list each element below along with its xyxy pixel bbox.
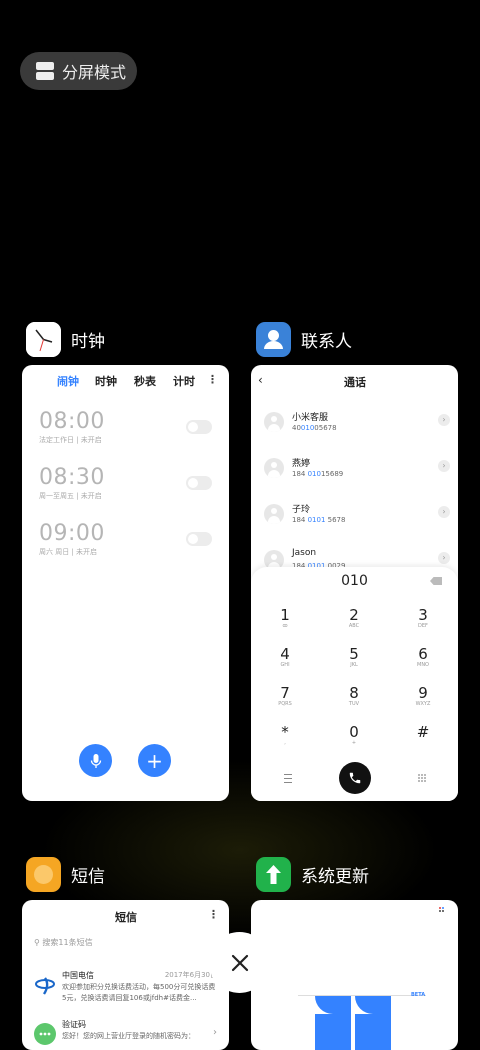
alarm-toggle[interactable]: [186, 476, 212, 490]
close-icon: [231, 954, 248, 971]
contact-row[interactable]: 燕婷 184 01015689 ›: [264, 453, 450, 489]
search-icon: ⚲: [34, 938, 40, 947]
alarm-item[interactable]: 08:00 法定工作日 | 未开启: [39, 409, 105, 445]
clock-app-name: 时钟: [71, 332, 105, 352]
dial-key[interactable]: 1ꝏ: [255, 607, 315, 630]
dialpad: 010 1ꝏ 2 ABC 3 DEF 4 GHI 5 JKL 6 MNO 7 PQRS 8T…: [251, 567, 458, 801]
chevron-right-icon[interactable]: ›: [438, 460, 450, 472]
china-telecom-logo: [35, 977, 55, 995]
page-title: 通话: [344, 376, 366, 389]
clock-app-header[interactable]: 时钟: [26, 322, 105, 357]
clock-app-card[interactable]: 闹钟 时钟 秒表 计时 ⋮ 08:00 法定工作日 | 未开启 08:30 周一…: [22, 365, 229, 801]
update-app-card[interactable]: BETA: [251, 900, 458, 1050]
dial-key[interactable]: 7 PQRS: [255, 685, 315, 708]
update-app-name: 系统更新: [301, 867, 369, 887]
keypad-icon[interactable]: [418, 774, 426, 782]
contact-name: 子玲: [292, 505, 311, 515]
sms-app-icon: [26, 857, 61, 892]
back-arrow-icon[interactable]: ‹: [258, 373, 263, 387]
dial-key[interactable]: 6 MNO: [393, 646, 453, 669]
avatar-icon: [264, 458, 284, 478]
split-screen-icon: [36, 62, 54, 80]
contacts-app-card[interactable]: ‹ 通话 小米客服 4001005678 › 燕婷 184 01015689 ›…: [251, 365, 458, 801]
update-app-icon: [256, 857, 291, 892]
contact-phone: 4001005678: [292, 424, 337, 432]
alarm-subtitle: 周一至周五 | 未开启: [39, 492, 102, 500]
contacts-app-header[interactable]: 联系人: [256, 322, 352, 357]
more-menu-icon[interactable]: ⋮: [208, 908, 219, 921]
contact-row[interactable]: 小米客服 4001005678 ›: [264, 407, 450, 443]
menu-icon[interactable]: [284, 774, 292, 783]
clock-app-icon: [26, 322, 61, 357]
alarm-time: 08:30: [39, 465, 105, 490]
sms-app-card[interactable]: 短信 ⋮ ⚲ 搜索11条短信 中国电信 2017年6月30日 欢迎参加积分兑换话…: [22, 900, 229, 1050]
alarm-subtitle: 周六 周日 | 未开启: [39, 548, 98, 556]
alarm-time: 09:00: [39, 521, 105, 546]
message-preview: 您好！您的网上营业厅登录的随机密码为：: [62, 1032, 195, 1040]
alarm-toggle[interactable]: [186, 532, 212, 546]
phone-icon: [349, 772, 361, 784]
contacts-app-name: 联系人: [301, 332, 352, 352]
chevron-right-icon[interactable]: ›: [438, 414, 450, 426]
tab-alarm[interactable]: 闹钟: [57, 373, 79, 389]
dial-key[interactable]: 9 WXYZ: [393, 685, 453, 708]
add-alarm-button[interactable]: +: [138, 744, 171, 777]
microphone-icon: [90, 753, 101, 768]
page-title: 短信: [115, 911, 137, 924]
contact-phone: 184 0101 5678: [292, 516, 346, 524]
message-row[interactable]: 中国电信 2017年6月30日 欢迎参加积分兑换话费活动，每500分可兑换话费5…: [34, 970, 217, 1010]
clock-tabs: 闹钟 时钟 秒表 计时 ⋮: [22, 373, 229, 389]
clear-all-button[interactable]: [209, 932, 270, 993]
avatar-icon: [264, 412, 284, 432]
tab-timer[interactable]: 计时: [173, 373, 195, 389]
dial-key[interactable]: 3 DEF: [393, 607, 453, 630]
dial-key[interactable]: 0 +: [324, 724, 384, 747]
chevron-right-icon[interactable]: ›: [213, 1027, 217, 1038]
chevron-right-icon[interactable]: ›: [438, 506, 450, 518]
alarm-subtitle: 法定工作日 | 未开启: [39, 436, 102, 444]
more-options-icon[interactable]: [438, 906, 448, 916]
message-preview: 欢迎参加积分兑换话费活动，每500分可兑换话费5元，兑换话费请回复106或jfd…: [62, 983, 216, 1002]
contact-row[interactable]: 子玲 184 0101 5678 ›: [264, 499, 450, 535]
sms-app-name: 短信: [71, 867, 105, 887]
dial-key[interactable]: 8 TUV: [324, 685, 384, 708]
call-button[interactable]: [339, 762, 371, 794]
sender-name: 验证码: [62, 1020, 86, 1029]
sms-app-header[interactable]: 短信: [26, 857, 105, 892]
contact-name: 燕婷: [292, 459, 311, 469]
dial-key[interactable]: #: [393, 724, 453, 740]
contact-name: Jason: [292, 548, 317, 558]
contact-phone: 184 01015689: [292, 470, 344, 478]
message-avatar-icon: [34, 1023, 56, 1045]
voice-alarm-button[interactable]: [79, 744, 112, 777]
more-menu-icon[interactable]: ⋮: [207, 373, 218, 386]
chevron-right-icon[interactable]: ›: [438, 552, 450, 564]
search-input: 搜索11条短信: [42, 938, 93, 947]
alarm-item[interactable]: 09:00 周六 周日 | 未开启: [39, 521, 105, 557]
beta-badge: BETA: [411, 992, 426, 998]
dial-key[interactable]: 4 GHI: [255, 646, 315, 669]
message-row[interactable]: 验证码 您好！您的网上营业厅登录的随机密码为： ›: [34, 1019, 217, 1050]
tab-stopwatch[interactable]: 秒表: [134, 373, 156, 389]
split-screen-button[interactable]: 分屏模式: [20, 52, 137, 90]
split-screen-label: 分屏模式: [62, 63, 127, 82]
plus-icon: +: [146, 748, 163, 773]
contacts-app-icon: [256, 322, 291, 357]
sender-name: 中国电信: [62, 971, 94, 980]
dial-key[interactable]: 5 JKL: [324, 646, 384, 669]
alarm-toggle[interactable]: [186, 420, 212, 434]
message-date: 2017年6月30日: [164, 971, 217, 979]
alarm-item[interactable]: 08:30 周一至周五 | 未开启: [39, 465, 105, 501]
tab-clock[interactable]: 时钟: [95, 373, 117, 389]
alarm-time: 08:00: [39, 409, 105, 434]
contact-name: 小米客服: [292, 413, 329, 423]
sms-search[interactable]: ⚲ 搜索11条短信: [34, 937, 93, 948]
dial-key[interactable]: *,: [255, 724, 315, 747]
avatar-icon: [264, 504, 284, 524]
update-app-header[interactable]: 系统更新: [256, 857, 369, 892]
dial-key[interactable]: 2 ABC: [324, 607, 384, 630]
dialed-number: 010: [341, 573, 368, 589]
miui-logo-graphic: [315, 996, 391, 1050]
